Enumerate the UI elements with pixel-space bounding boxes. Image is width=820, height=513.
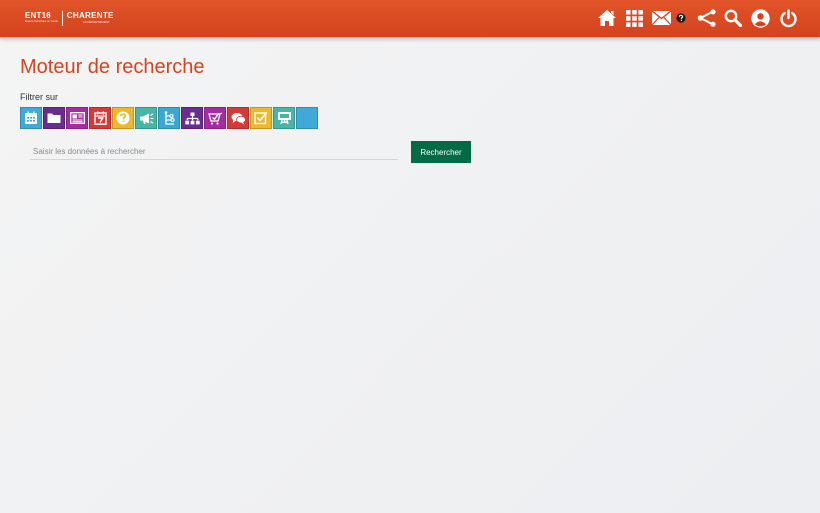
search-icon[interactable] bbox=[723, 8, 743, 28]
top-navigation-bar: ENT16 Espace Numérique de Travail CHAREN… bbox=[0, 0, 820, 37]
filter-structure-button[interactable] bbox=[181, 107, 203, 129]
newspaper-icon bbox=[69, 112, 85, 124]
help-question-icon bbox=[116, 111, 130, 125]
search-button[interactable]: Rechercher bbox=[411, 141, 471, 163]
poll-icon bbox=[207, 111, 223, 125]
filter-announcements-button[interactable] bbox=[135, 107, 157, 129]
logo-ent-block: ENT16 Espace Numérique de Travail bbox=[25, 11, 58, 23]
filter-faq-button[interactable] bbox=[112, 107, 134, 129]
ent16-charente-logo[interactable]: ENT16 Espace Numérique de Travail CHAREN… bbox=[25, 11, 114, 27]
user-account-icon[interactable] bbox=[750, 8, 770, 28]
agenda-icon bbox=[93, 111, 107, 125]
filter-timeline-button[interactable] bbox=[158, 107, 180, 129]
search-input[interactable] bbox=[30, 144, 398, 160]
folder-icon bbox=[47, 112, 61, 124]
help-icon[interactable] bbox=[674, 8, 688, 28]
share-icon[interactable] bbox=[697, 8, 717, 28]
filter-app-buttons bbox=[20, 107, 319, 129]
presentation-icon bbox=[277, 111, 292, 125]
apps-grid-icon[interactable] bbox=[624, 8, 644, 28]
filter-presentation-button[interactable] bbox=[273, 107, 295, 129]
calendar-icon bbox=[24, 111, 38, 125]
timeline-icon bbox=[163, 110, 176, 126]
filter-documents-button[interactable] bbox=[43, 107, 65, 129]
megaphone-icon bbox=[139, 112, 154, 125]
filter-agenda-button[interactable] bbox=[89, 107, 111, 129]
mail-icon[interactable] bbox=[651, 8, 671, 28]
logo-region-text: CHARENTE bbox=[66, 11, 114, 20]
filter-forum-button[interactable] bbox=[227, 107, 249, 129]
logo-ent-text: ENT16 bbox=[25, 11, 51, 20]
checkbox-icon bbox=[254, 111, 268, 125]
filter-calendar-button[interactable] bbox=[20, 107, 42, 129]
page-title: Moteur de recherche bbox=[20, 56, 205, 78]
power-icon[interactable] bbox=[778, 8, 798, 28]
chat-bubbles-icon bbox=[231, 112, 246, 125]
filter-exercises-button[interactable] bbox=[250, 107, 272, 129]
filter-blank-button[interactable] bbox=[296, 107, 318, 129]
sitemap-icon bbox=[184, 112, 200, 125]
logo-separator bbox=[61, 11, 63, 26]
filter-poll-button[interactable] bbox=[204, 107, 226, 129]
logo-region-tagline: LE DÉPARTEMENT bbox=[82, 20, 110, 24]
home-icon[interactable] bbox=[597, 8, 617, 28]
filter-label: Filtrer sur bbox=[20, 92, 58, 102]
logo-ent-tagline: Espace Numérique de Travail bbox=[25, 20, 58, 23]
filter-news-button[interactable] bbox=[66, 107, 88, 129]
logo-region-block: CHARENTE LE DÉPARTEMENT bbox=[67, 11, 114, 24]
